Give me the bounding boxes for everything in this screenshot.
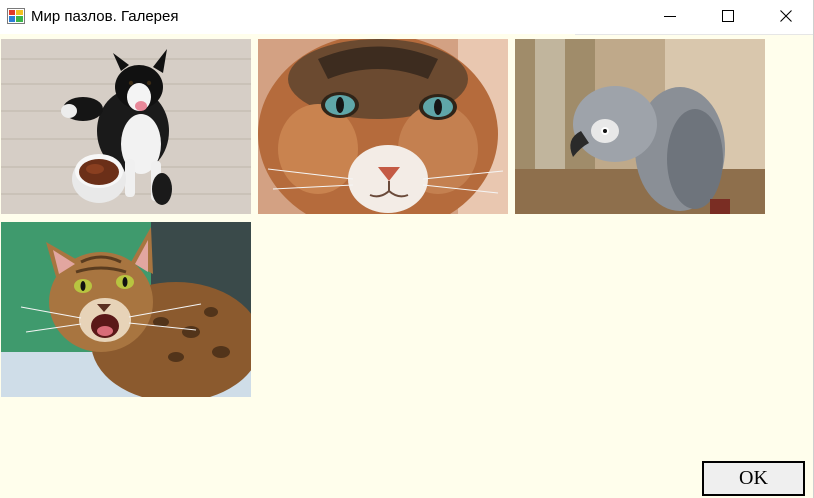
minimize-icon xyxy=(664,10,676,22)
maximize-button[interactable] xyxy=(699,0,757,32)
gallery-image-parrot[interactable] xyxy=(515,39,765,214)
close-button[interactable] xyxy=(757,0,813,32)
gallery-window: Мир пазлов. Галерея OK xyxy=(0,0,814,498)
minimize-button[interactable] xyxy=(641,0,699,32)
gallery-image-bengal-cat[interactable] xyxy=(1,222,251,397)
maximize-icon xyxy=(722,10,734,22)
close-icon xyxy=(780,10,792,22)
app-window-icon xyxy=(7,8,25,24)
ok-button[interactable]: OK xyxy=(702,461,805,496)
title-bar[interactable]: Мир пазлов. Галерея xyxy=(0,0,813,34)
window-title: Мир пазлов. Галерея xyxy=(31,8,179,25)
gallery-image-dog[interactable] xyxy=(1,39,251,214)
gallery-image-cat-face[interactable] xyxy=(258,39,508,214)
